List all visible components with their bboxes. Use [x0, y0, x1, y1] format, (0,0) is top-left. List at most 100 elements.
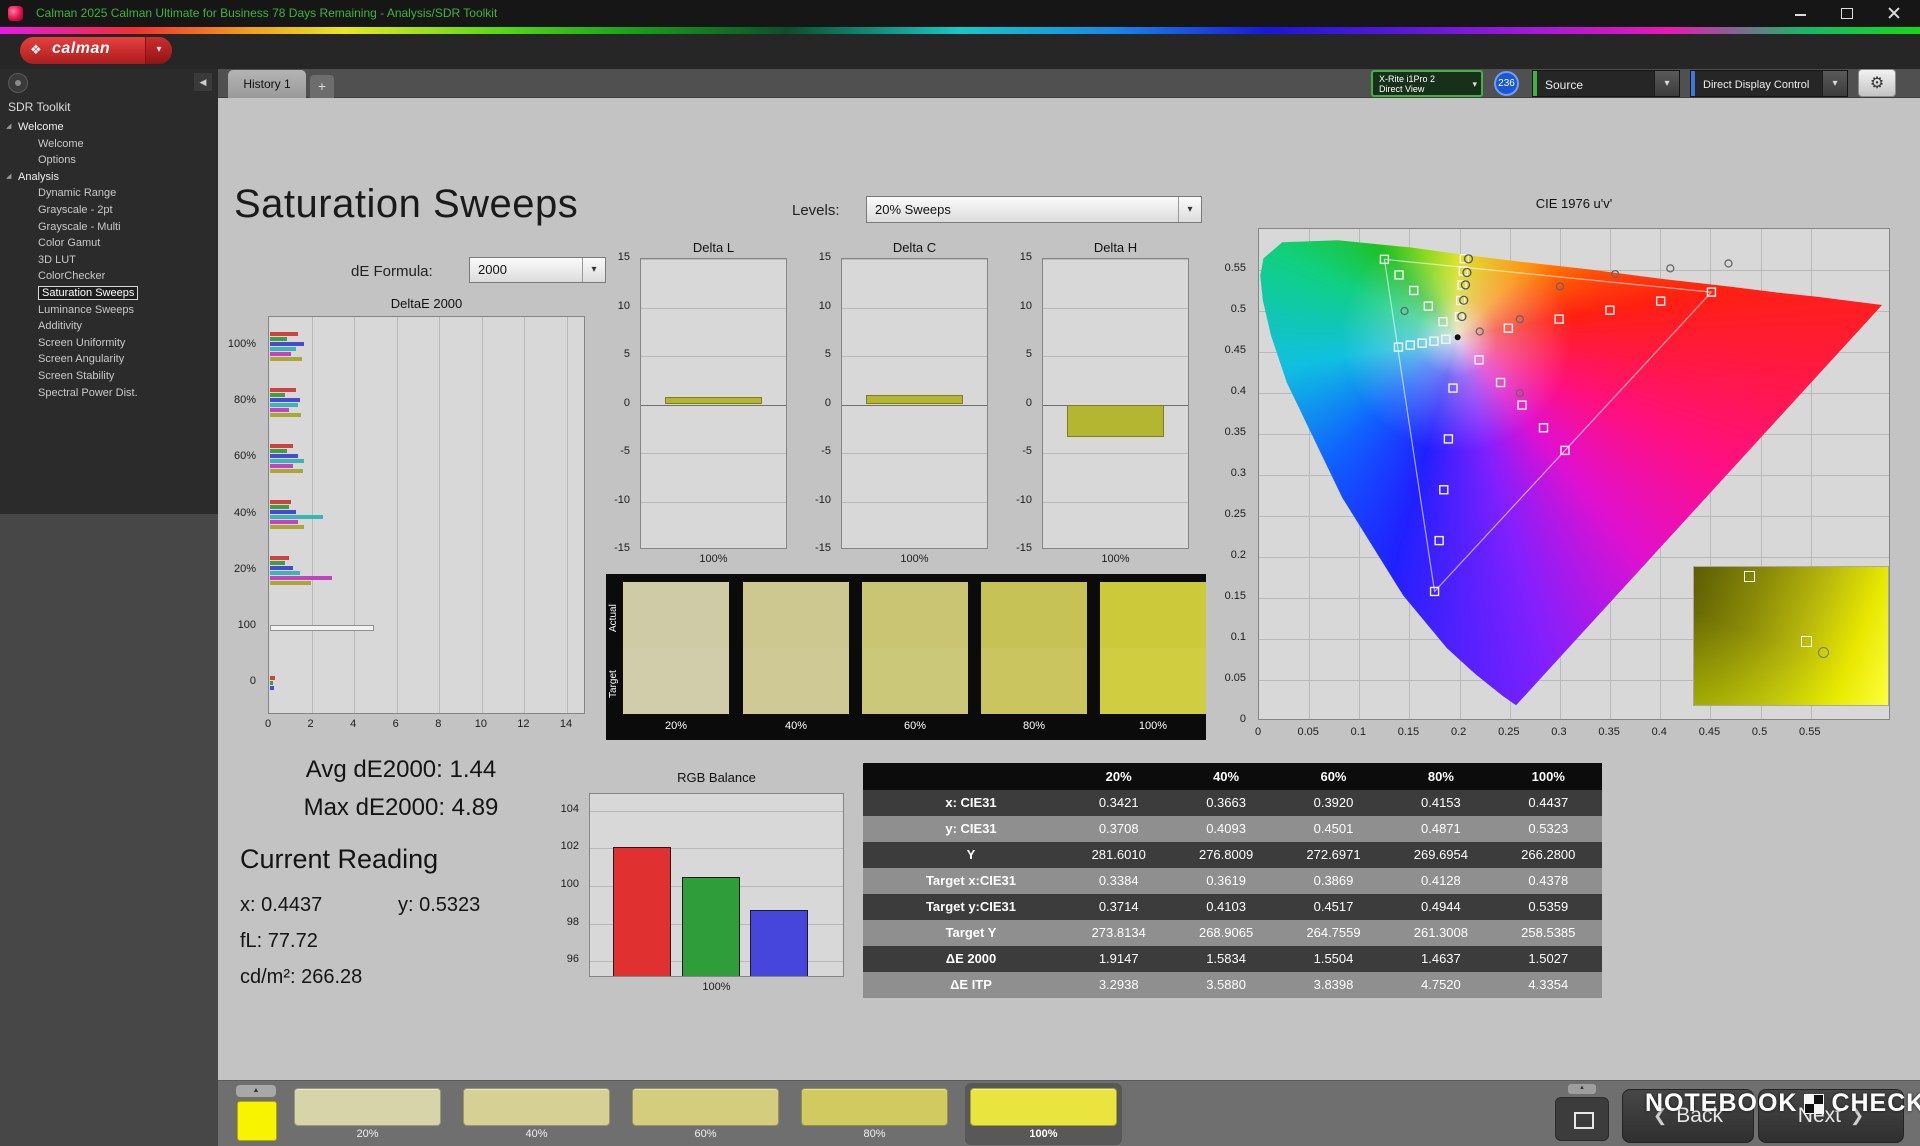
- level-swatch-60[interactable]: 60%: [627, 1083, 784, 1145]
- cell-value: 0.4128: [1421, 873, 1461, 888]
- measured-circle: [1457, 311, 1467, 322]
- y-tick-label: -10: [815, 493, 831, 506]
- y-tick-label: 15: [617, 251, 630, 263]
- sidebar-item-color-gamut[interactable]: Color Gamut: [0, 235, 218, 252]
- table-row: Y 281.6010 276.8009 272.6971 269.6954 266.280…: [863, 842, 1602, 868]
- sidebar-item-colorchecker[interactable]: ColorChecker: [0, 268, 218, 285]
- tab-history-1[interactable]: History 1: [228, 70, 306, 98]
- table-row: Target Y 273.8134 268.9065 264.7559 261.3008…: [863, 920, 1602, 946]
- target-swatch: [862, 648, 968, 714]
- eject-icon: ▲: [1579, 1085, 1585, 1091]
- sidebar-item-screen-stability[interactable]: Screen Stability: [0, 368, 218, 385]
- zero-line: [842, 404, 987, 406]
- cell-value: 4.3354: [1528, 977, 1569, 992]
- swatch-label: 40%: [525, 1128, 548, 1140]
- add-tab-button[interactable]: +: [310, 75, 334, 98]
- gridline: [396, 317, 398, 713]
- levels-label: Levels:: [792, 202, 840, 219]
- deltae-bar: [270, 525, 304, 530]
- chevron-down-icon[interactable]: ▾: [1472, 79, 1477, 90]
- actual-swatch: [623, 582, 729, 648]
- target-square: [1503, 323, 1514, 333]
- cell-value: 0.4871: [1421, 821, 1461, 836]
- sweep-swatch-column-100: [1100, 582, 1206, 714]
- sidebar-item-grayscale-multi[interactable]: Grayscale - Multi: [0, 219, 218, 236]
- sidebar-item-grayscale-2pt[interactable]: Grayscale - 2pt: [0, 202, 218, 219]
- cie-x-axis: 0 0.05 0.1 0.15 0.2 0.25 0.3 0.35 0.4 0.45 0.5 0.55: [1255, 726, 1918, 740]
- cell-value: 0.3619: [1206, 873, 1246, 888]
- sidebar-item-screen-uniformity[interactable]: Screen Uniformity: [0, 335, 218, 352]
- measurement-count-badge[interactable]: 236: [1494, 71, 1519, 96]
- x-tick-label: 0: [264, 718, 272, 730]
- inset-target-square: [1744, 571, 1756, 583]
- calman-logo-text: calman: [52, 40, 111, 57]
- chevron-down-icon[interactable]: ▾: [1178, 197, 1201, 222]
- y-tick-label: 0.5: [1230, 303, 1246, 315]
- actual-row-label: Actual: [608, 604, 619, 632]
- table-row: Target y:CIE31 0.3714 0.4103 0.4517 0.4944 0.…: [863, 894, 1602, 920]
- deltae-bar: [270, 681, 274, 686]
- column-header: 40%: [1213, 769, 1240, 784]
- sidebar-group-welcome[interactable]: ◢ Welcome: [0, 119, 218, 136]
- calman-logo-button[interactable]: ❖ calman ▾: [20, 37, 172, 64]
- sidebar-item-luminance-sweeps[interactable]: Luminance Sweeps: [0, 302, 218, 319]
- target-square: [1441, 334, 1451, 344]
- chevron-down-icon[interactable]: ▾: [145, 37, 172, 64]
- tree-expanded-icon[interactable]: ◢: [6, 169, 11, 186]
- column-header: 100%: [1531, 769, 1565, 784]
- table-row: Target x:CIE31 0.3384 0.3619 0.3869 0.4128 0.…: [863, 868, 1602, 894]
- inset-measured-circle: [1818, 647, 1830, 659]
- sidebar-item-saturation-sweeps[interactable]: Saturation Sweeps: [0, 285, 218, 302]
- sidebar-item-additivity[interactable]: Additivity: [0, 318, 218, 335]
- x-tick-label: 8: [435, 718, 442, 730]
- minimize-icon: [1795, 14, 1806, 16]
- chevron-down-icon[interactable]: ▾: [1822, 71, 1847, 96]
- delta-h-title: Delta H: [1093, 240, 1138, 255]
- level-swatch-100[interactable]: 100%: [965, 1083, 1122, 1145]
- y-tick-label: 0.15: [1224, 590, 1246, 602]
- cell-value: 1.5834: [1206, 951, 1246, 966]
- source-dropdown[interactable]: Source ▾: [1532, 70, 1680, 97]
- level-swatch-80[interactable]: 80%: [796, 1083, 953, 1145]
- measured-circle: [1610, 269, 1620, 279]
- chevron-down-icon[interactable]: ▾: [1654, 71, 1679, 96]
- sidebar-item-dynamic-range[interactable]: Dynamic Range: [0, 185, 218, 202]
- swatch-label: 80%: [863, 1128, 886, 1140]
- level-swatch-40[interactable]: 40%: [458, 1083, 615, 1145]
- cell-value: 1.9147: [1098, 951, 1139, 966]
- maximize-button[interactable]: [1824, 0, 1870, 27]
- rgb-bar-red: [613, 846, 671, 976]
- sweep-swatch-column-80: [981, 582, 1087, 714]
- cie-1976-diagram: [1258, 228, 1890, 720]
- swatch-column-label: 60%: [903, 720, 927, 732]
- sidebar-item-spectral-power-dist[interactable]: Spectral Power Dist.: [0, 385, 218, 402]
- de-formula-dropdown[interactable]: 2000 ▾: [469, 257, 606, 283]
- display-control-dropdown[interactable]: Direct Display Control ▾: [1690, 70, 1848, 97]
- sidebar-item-welcome[interactable]: Welcome: [0, 136, 218, 153]
- calman-logo-icon: ❖: [30, 42, 42, 57]
- tree-expanded-icon[interactable]: ◢: [6, 119, 11, 136]
- current-fl: fL: 77.72: [240, 930, 318, 952]
- meter-dropdown[interactable]: X-Rite i1Pro 2 Direct View ▾: [1371, 70, 1483, 97]
- gridline: [641, 259, 786, 260]
- sidebar-pin-button[interactable]: [8, 73, 28, 93]
- sidebar-group-analysis[interactable]: ◢ Analysis: [0, 169, 218, 186]
- pattern-window-button[interactable]: [1555, 1097, 1609, 1141]
- cie-zoom-inset: [1693, 566, 1889, 706]
- sidebar-collapse-button[interactable]: ◀: [194, 73, 212, 91]
- sidebar-item-options[interactable]: Options: [0, 152, 218, 169]
- level-swatch-20[interactable]: 20%: [289, 1083, 446, 1145]
- close-button[interactable]: [1872, 0, 1918, 27]
- y-tick-label: 5: [1025, 348, 1032, 360]
- nav-eject-button[interactable]: ▲: [1568, 1084, 1596, 1094]
- minimize-button[interactable]: [1778, 0, 1824, 27]
- settings-button[interactable]: ⚙: [1858, 69, 1896, 97]
- sidebar-item-screen-angularity[interactable]: Screen Angularity: [0, 351, 218, 368]
- delta-h-x-label: 100%: [1101, 553, 1130, 565]
- cell-value: 273.8134: [1091, 925, 1146, 940]
- y-tick-label: 20%: [233, 562, 256, 575]
- max-de2000: Max dE2000: 4.89: [303, 794, 499, 821]
- sidebar-item-3d-lut[interactable]: 3D LUT: [0, 252, 218, 269]
- y-tick-label: -10: [1016, 493, 1032, 506]
- levels-dropdown[interactable]: 20% Sweeps ▾: [866, 196, 1202, 223]
